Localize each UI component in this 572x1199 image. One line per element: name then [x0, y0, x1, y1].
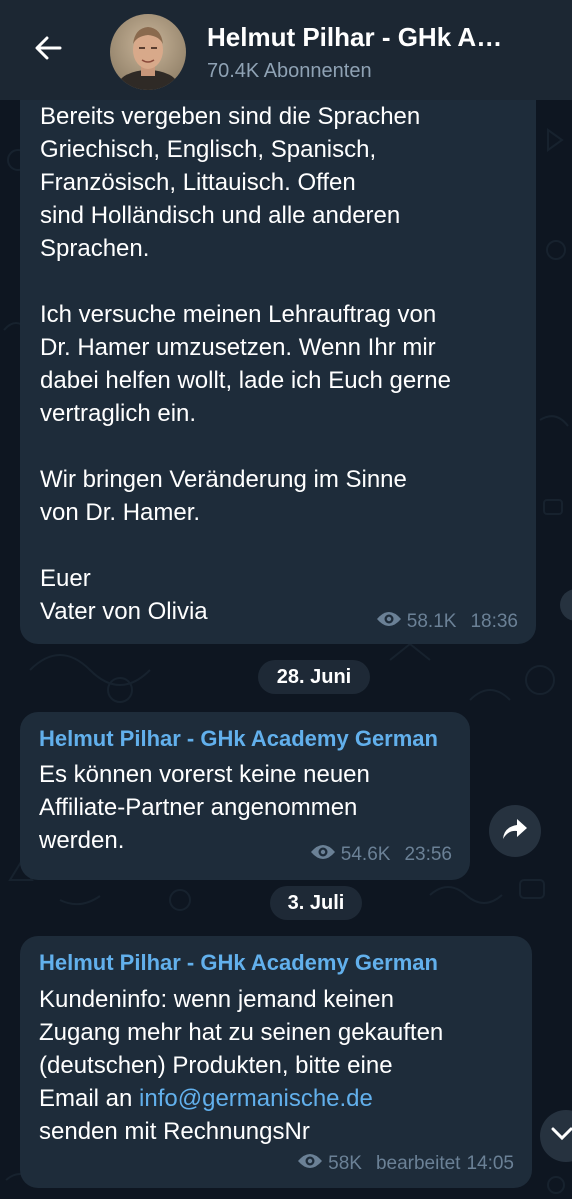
share-arrow-icon: [502, 818, 528, 845]
email-link[interactable]: info@germanische.de: [139, 1085, 373, 1112]
message-line: [40, 430, 451, 463]
message-line: Affiliate-Partner angenommen: [39, 794, 358, 821]
message-line: sind Holländisch und alle anderen: [40, 202, 401, 229]
message-bubble[interactable]: Bereits vergeben sind die Sprachen Griech…: [20, 60, 536, 644]
message-line: [40, 265, 451, 298]
view-count: 54.6K: [340, 844, 391, 865]
message-line: vertraglich ein.: [40, 400, 197, 427]
message-line: [40, 529, 451, 562]
message-line: Bereits vergeben sind die Sprachen: [40, 103, 421, 130]
share-button[interactable]: [489, 805, 541, 857]
message-text: Bereits vergeben sind die Sprachen Griech…: [40, 100, 451, 628]
date-label: 3. Juli: [287, 891, 345, 914]
message-bubble[interactable]: Helmut Pilhar - GHk Academy German Es kö…: [20, 712, 470, 880]
message-line: senden mit RechnungsNr: [39, 1118, 310, 1145]
message-line: Zugang mehr hat zu seinen gekauften: [39, 1019, 444, 1046]
eye-icon: [297, 1152, 323, 1176]
message-line: Kundeninfo: wenn jemand keinen: [39, 986, 394, 1013]
message-line: Ich versuche meinen Lehrauftrag von: [40, 301, 437, 328]
edited-label: bearbeitet: [375, 1153, 461, 1174]
message-line: Sprachen.: [40, 235, 150, 262]
message-time: 18:36: [470, 611, 518, 632]
message-meta: 58K bearbeitet 14:05: [297, 1152, 514, 1176]
message-line: Griechisch, Englisch, Spanisch,: [40, 136, 377, 163]
message-line: Wir bringen Veränderung im Sinne: [40, 466, 407, 493]
date-separator: 28. Juni: [258, 660, 370, 694]
message-line: Email an info@germanische.de: [39, 1082, 443, 1115]
message-time: 14:05: [466, 1153, 514, 1174]
sender-name[interactable]: Helmut Pilhar - GHk Academy German: [39, 726, 438, 752]
message-line: Es können vorerst keine neuen: [39, 761, 370, 788]
message-line: dabei helfen wollt, lade ich Euch gerne: [40, 367, 451, 394]
arrow-left-icon: [34, 36, 62, 65]
chevron-down-icon: [551, 1127, 572, 1146]
message-text-fragment: Email an: [39, 1085, 140, 1112]
message-line: Französisch, Littauisch. Offen: [40, 169, 356, 196]
message-bubble[interactable]: Helmut Pilhar - GHk Academy German Kunde…: [20, 936, 532, 1188]
edge-arrow[interactable]: [556, 585, 572, 625]
message-line: Dr. Hamer umzusetzen. Wenn Ihr mir: [40, 334, 436, 361]
view-count: 58K: [328, 1153, 362, 1174]
message-text: Kundeninfo: wenn jemand keinen Zugang me…: [39, 983, 443, 1148]
chat-header: Helmut Pilhar - GHk A… 70.4K Abonnenten: [0, 0, 572, 100]
message-line: Euer: [40, 565, 91, 592]
channel-avatar[interactable]: [110, 14, 186, 90]
message-line: (deutschen) Produkten, bitte eine: [39, 1052, 393, 1079]
eye-icon: [376, 610, 402, 634]
back-button[interactable]: [24, 26, 72, 74]
message-time: 23:56: [404, 844, 452, 865]
message-line: von Dr. Hamer.: [40, 499, 201, 526]
date-separator: 3. Juli: [270, 886, 362, 920]
date-label: 28. Juni: [276, 665, 352, 688]
message-meta: 54.6K 23:56: [310, 843, 452, 867]
eye-icon: [310, 843, 336, 867]
sender-name[interactable]: Helmut Pilhar - GHk Academy German: [39, 950, 438, 976]
subscriber-count: 70.4K Abonnenten: [207, 60, 372, 82]
message-meta: 58.1K 18:36: [376, 610, 518, 634]
view-count: 58.1K: [406, 611, 457, 632]
channel-title[interactable]: Helmut Pilhar - GHk A…: [207, 22, 547, 53]
scroll-down-button[interactable]: [540, 1110, 572, 1162]
